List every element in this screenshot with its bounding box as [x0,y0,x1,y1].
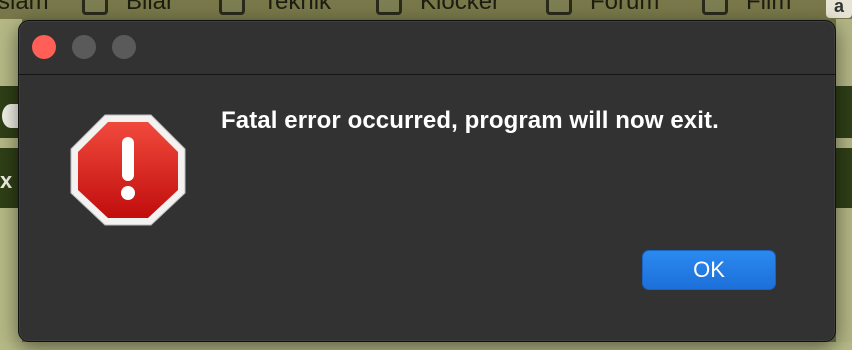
background-nav-bar: slam Bilar Teknik Klocker Forum Film a [0,0,852,19]
close-window-button[interactable] [32,35,56,59]
background-checkbox [376,0,402,15]
background-close-icon: x [0,168,13,193]
stop-alert-icon [70,114,186,226]
background-nav-item-label: Bilar [126,0,175,15]
minimize-window-button[interactable] [72,35,96,59]
alert-dialog: Fatal error occurred, program will now e… [18,20,836,342]
background-right-band [836,148,852,208]
background-nav-item-label: slam [0,0,49,15]
background-checkbox [702,0,728,15]
dialog-titlebar [19,21,835,75]
background-nav-item: Forum [546,0,659,16]
background-nav-item: Film [702,0,791,16]
maximize-window-button[interactable] [112,35,136,59]
background-nav-item: Teknik [219,0,331,16]
background-nav-item-label: Klocker [420,0,501,15]
background-nav-item-label: Film [746,0,792,15]
background-nav-item: slam [0,0,49,16]
background-right-band [836,86,852,138]
ok-button-label: OK [693,257,725,282]
background-nav-item-label: Forum [590,0,660,15]
background-nav-item: Klocker [376,0,500,16]
ok-button[interactable]: OK [642,250,776,290]
background-nav-item: Bilar [82,0,174,16]
background-checkbox [219,0,245,15]
background-checkbox [82,0,108,15]
background-checkbox [546,0,572,15]
background-nav-item-label: Teknik [263,0,332,15]
error-message: Fatal error occurred, program will now e… [221,107,719,134]
background-bottom-strip [0,342,852,350]
background-logo-icon: a [826,0,852,18]
